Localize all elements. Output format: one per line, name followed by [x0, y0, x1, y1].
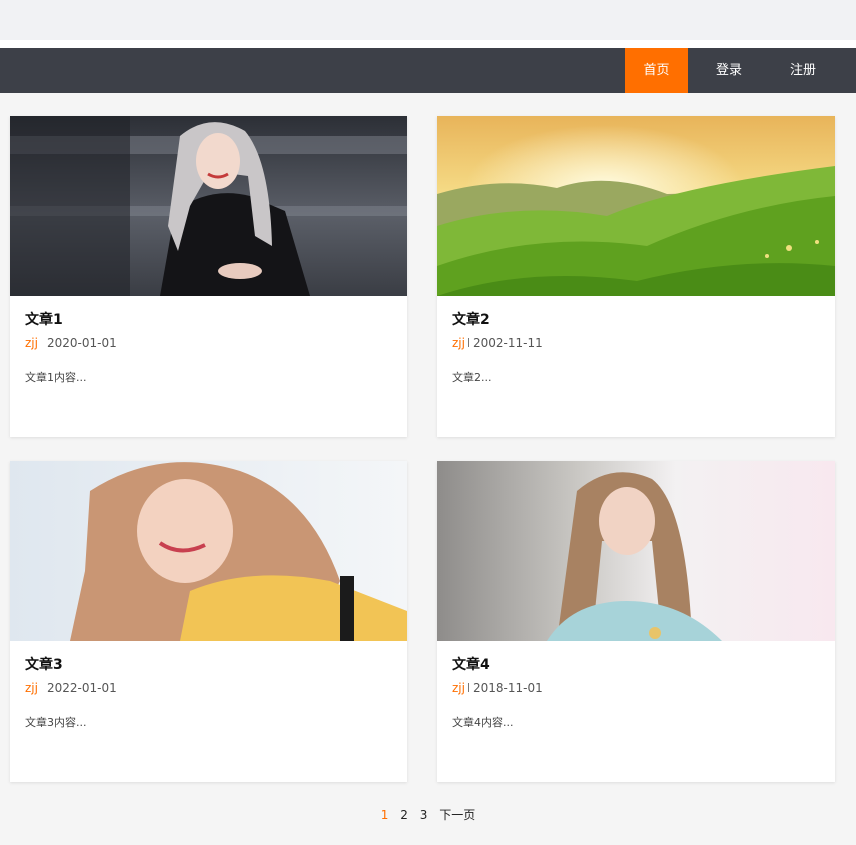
article-card[interactable]: 文章1 zjj 2020-01-01 文章1内容... — [10, 116, 407, 437]
page-1-link[interactable]: 1 — [381, 808, 389, 822]
nav-register-link[interactable]: 注册 — [774, 48, 832, 93]
article-meta: zjj 2002-11-11 — [452, 336, 543, 350]
article-thumbnail-image[interactable] — [10, 461, 407, 641]
article-thumbnail-image[interactable] — [10, 116, 407, 296]
article-excerpt: 文章1内容... — [25, 371, 87, 384]
meta-separator — [467, 683, 469, 692]
article-card[interactable]: 文章3 zjj 2022-01-01 文章3内容... — [10, 461, 407, 782]
article-date: 2020-01-01 — [46, 336, 117, 350]
article-excerpt: 文章3内容... — [25, 716, 87, 729]
article-card[interactable]: 文章4 zjj 2018-11-01 文章4内容... — [437, 461, 835, 782]
pagination: 1 2 3 下一页 — [0, 806, 856, 823]
article-date: 2022-01-01 — [46, 681, 117, 695]
article-author[interactable]: zjj — [452, 336, 465, 350]
page-3-link[interactable]: 3 — [420, 808, 428, 822]
article-title[interactable]: 文章4 — [452, 654, 490, 674]
article-meta: zjj 2018-11-01 — [452, 681, 543, 695]
article-date: 2018-11-01 — [472, 681, 543, 695]
article-title[interactable]: 文章3 — [25, 654, 63, 674]
article-excerpt: 文章2... — [452, 371, 492, 384]
article-author[interactable]: zjj — [25, 681, 38, 695]
article-title[interactable]: 文章2 — [452, 309, 490, 329]
article-meta: zjj 2022-01-01 — [25, 681, 117, 695]
article-thumbnail-image[interactable] — [437, 116, 835, 296]
next-page-link[interactable]: 下一页 — [439, 808, 475, 822]
header-strip — [0, 40, 856, 48]
article-thumbnail-image[interactable] — [437, 461, 835, 641]
article-date: 2002-11-11 — [472, 336, 543, 350]
main-navbar: 首页 登录 注册 — [0, 48, 856, 93]
meta-separator — [467, 338, 469, 347]
article-card[interactable]: 文章2 zjj 2002-11-11 文章2... — [437, 116, 835, 437]
article-author[interactable]: zjj — [452, 681, 465, 695]
page-2-link[interactable]: 2 — [400, 808, 408, 822]
article-meta: zjj 2020-01-01 — [25, 336, 117, 350]
nav-login-link[interactable]: 登录 — [700, 48, 758, 93]
article-author[interactable]: zjj — [25, 336, 38, 350]
article-title[interactable]: 文章1 — [25, 309, 63, 329]
nav-home-link[interactable]: 首页 — [625, 48, 688, 93]
top-band — [0, 0, 856, 40]
article-excerpt: 文章4内容... — [452, 716, 514, 729]
